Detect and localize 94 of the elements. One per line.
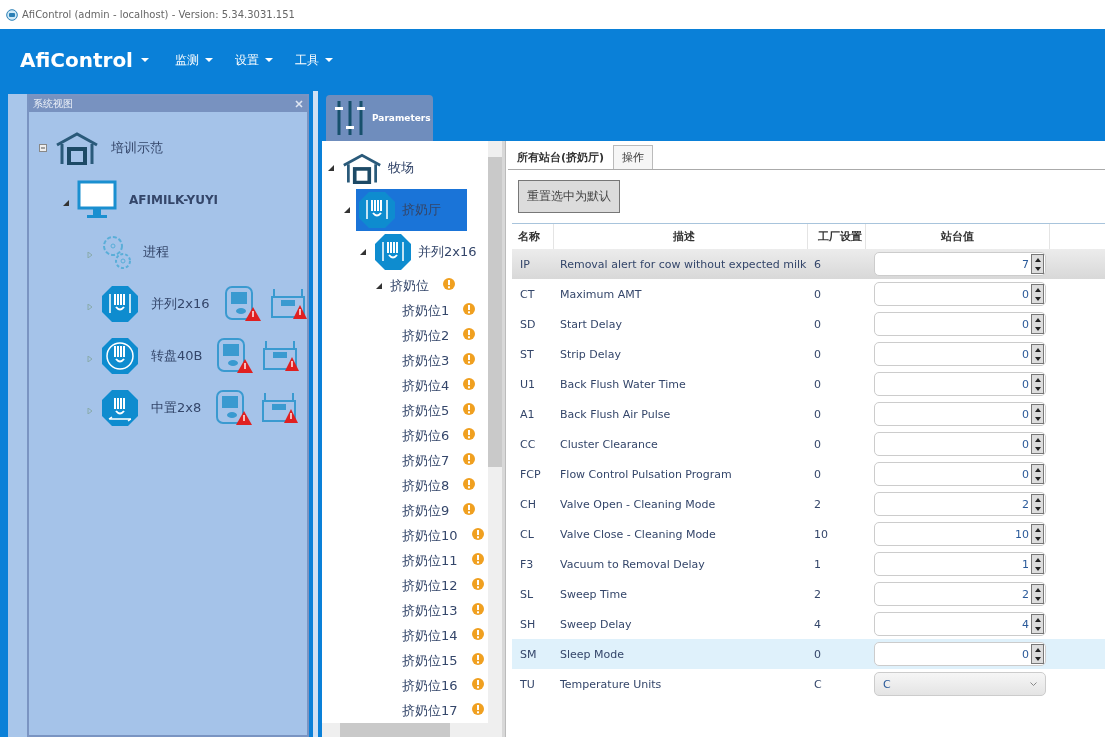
table-cell-text: U1 — [519, 377, 537, 391]
number-field[interactable]: 0 — [874, 402, 1046, 426]
table-cell-text: TU — [519, 677, 536, 691]
table-cell-text: 0 — [813, 407, 822, 421]
table-cell-text: 0 — [813, 347, 822, 361]
window-title: AfiControl (admin - localhost) - Version: 5.34.3031.151 — [22, 9, 295, 20]
table-cell-text: SD — [519, 317, 537, 331]
table-cell-text: 0 — [813, 467, 822, 481]
tree-item[interactable]: 挤奶位6 — [400, 424, 452, 447]
table-cell-text: CL — [519, 527, 535, 541]
table-cell-text: 2 — [813, 497, 822, 511]
table-cell-text: Back Flush Water Time — [559, 377, 687, 391]
panel-title: 系统视图 — [33, 97, 73, 111]
table-cell-text: 0 — [813, 317, 822, 331]
table-cell-text: Sweep Delay — [559, 617, 633, 631]
table-cell-text: CT — [519, 287, 536, 301]
table-cell-text: CC — [519, 437, 537, 451]
table-cell-text: F3 — [519, 557, 535, 571]
tree-item[interactable]: 挤奶位12 — [400, 574, 460, 597]
table-cell-text: Valve Close - Cleaning Mode — [559, 527, 717, 541]
menu-item[interactable]: 设置 — [235, 51, 273, 69]
table-cell-text: SM — [519, 647, 538, 661]
table-cell-text: 10 — [813, 527, 829, 541]
table-cell-text: Removal alert for cow without expected milk — [559, 257, 808, 271]
tree-item[interactable]: 挤奶位17 — [400, 699, 460, 722]
table-cell-text: SL — [519, 587, 535, 601]
number-field[interactable]: 2 — [874, 582, 1046, 606]
table-cell-text: IP — [519, 257, 531, 271]
tree-item[interactable]: 挤奶位2 — [400, 324, 452, 347]
tree-item[interactable]: 挤奶位9 — [400, 499, 452, 522]
table-cell-text: C — [813, 677, 823, 691]
number-field[interactable]: 0 — [874, 372, 1046, 396]
tree-item[interactable]: 培训示范 — [111, 139, 163, 157]
table-cell-text: 1 — [813, 557, 822, 571]
brand-menu[interactable]: AfiControl — [20, 48, 149, 72]
table-cell-text: FCP — [519, 467, 542, 481]
table-cell-text: Temperature Units — [559, 677, 663, 691]
table-cell-text: 0 — [813, 377, 822, 391]
number-field[interactable]: 0 — [874, 462, 1046, 486]
dropdown-field[interactable]: C — [874, 672, 1046, 696]
number-field[interactable]: 2 — [874, 492, 1046, 516]
number-field[interactable]: 1 — [874, 552, 1046, 576]
number-field[interactable]: 0 — [874, 642, 1046, 666]
number-field[interactable]: 0 — [874, 432, 1046, 456]
table-cell-text: A1 — [519, 407, 536, 421]
table-cell-text: Maximum AMT — [559, 287, 643, 301]
menu-item[interactable]: 监测 — [175, 51, 213, 69]
tree-item[interactable]: 挤奶位11 — [400, 549, 460, 572]
table-cell-text: 4 — [813, 617, 822, 631]
number-field[interactable]: 0 — [874, 342, 1046, 366]
table-cell-text: Vacuum to Removal Delay — [559, 557, 706, 571]
tree-item[interactable]: 挤奶位10 — [400, 524, 460, 547]
table-cell-text: Cluster Clearance — [559, 437, 659, 451]
table-cell-text: Back Flush Air Pulse — [559, 407, 672, 421]
tree-item[interactable]: AFIMILK-YUYI — [129, 193, 219, 207]
table-cell-text: SH — [519, 617, 537, 631]
table-cell-text: Sleep Mode — [559, 647, 626, 661]
tree-item[interactable]: 挤奶位3 — [400, 349, 452, 372]
table-cell-text: 0 — [813, 287, 822, 301]
tree-item[interactable]: 挤奶位4 — [400, 374, 452, 397]
tree-item[interactable]: 挤奶位1 — [400, 299, 452, 322]
number-field[interactable]: 0 — [874, 312, 1046, 336]
tree-item[interactable]: 挤奶位13 — [400, 599, 460, 622]
tree-item[interactable]: 挤奶位14 — [400, 624, 460, 647]
table-cell-text: 2 — [813, 587, 822, 601]
table-cell-text: ST — [519, 347, 535, 361]
tree-item[interactable]: 挤奶位8 — [400, 474, 452, 497]
tree-item[interactable]: 并列2x16 — [151, 295, 210, 313]
tree-item[interactable]: 中置2x8 — [151, 399, 202, 417]
table-cell-text: CH — [519, 497, 537, 511]
tree-item[interactable]: 挤奶位7 — [400, 449, 452, 472]
tree-item[interactable]: 进程 — [143, 243, 169, 261]
number-field[interactable]: 0 — [874, 282, 1046, 306]
table-cell-text: Valve Open - Cleaning Mode — [559, 497, 717, 511]
tree-item[interactable]: 挤奶位15 — [400, 649, 460, 672]
number-field[interactable]: 7 — [874, 252, 1046, 276]
reset-button[interactable]: 重置选中为默认 — [518, 180, 620, 213]
tree-item[interactable]: 挤奶位5 — [400, 399, 452, 422]
table-cell-text: 0 — [813, 437, 822, 451]
table-cell-text: Start Delay — [559, 317, 623, 331]
table-cell-text: 0 — [813, 647, 822, 661]
number-field[interactable]: 10 — [874, 522, 1046, 546]
tab[interactable]: 操作 — [613, 145, 654, 169]
table-cell-text: Flow Control Pulsation Program — [559, 467, 733, 481]
tree-item[interactable]: 并列2x16 — [372, 231, 479, 273]
table-cell-text: Strip Delay — [559, 347, 622, 361]
tree-item[interactable]: 挤奶位 — [388, 274, 431, 297]
tree-item[interactable]: 转盘40B — [151, 347, 203, 365]
menu-item[interactable]: 工具 — [295, 51, 333, 69]
table-cell-text: 6 — [813, 257, 822, 271]
number-field[interactable]: 4 — [874, 612, 1046, 636]
tree-item[interactable]: 牧场 — [340, 150, 416, 186]
table-cell-text: Sweep Time — [559, 587, 628, 601]
tree-item[interactable]: 挤奶位16 — [400, 674, 460, 697]
